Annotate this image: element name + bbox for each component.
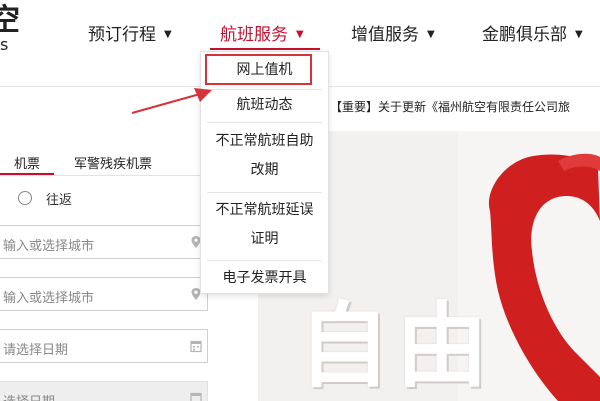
- annotation-arrow-icon: [131, 88, 212, 115]
- menu-item-online-checkin[interactable]: 网上值机: [201, 55, 328, 85]
- hero-text: 自由: [298, 293, 495, 400]
- menu-item-label: 不正常航班延误: [215, 202, 314, 218]
- menu-item-irregular-flight-reschedule[interactable]: 不正常航班自助 改期: [201, 127, 328, 185]
- round-trip-label: 往返: [46, 193, 73, 208]
- nav-item-label: 增值服务: [351, 25, 419, 45]
- depart-date-placeholder: 请选择日期: [3, 343, 69, 358]
- menu-item-label: 证明: [250, 231, 279, 247]
- tab-divider: [0, 175, 208, 176]
- menu-item-e-invoice[interactable]: 电子发票开具: [201, 263, 328, 293]
- caret-down-icon: ▼: [575, 29, 583, 40]
- menu-item-delay-certificate[interactable]: 不正常航班延误 证明: [201, 196, 328, 254]
- nav-item-flight-service[interactable]: 航班服务 ▼: [220, 20, 304, 46]
- menu-item-flight-status[interactable]: 航班动态: [201, 90, 328, 120]
- logo-text[interactable]: 空: [0, 6, 20, 36]
- calendar-icon: [190, 392, 202, 401]
- return-date-field[interactable]: 选择日期: [0, 381, 208, 401]
- nav-item-booking[interactable]: 预订行程 ▼: [88, 20, 172, 46]
- return-date-placeholder: 选择日期: [3, 391, 55, 401]
- logo-subtext: s: [0, 35, 9, 54]
- origin-placeholder: 输入或选择城市: [3, 239, 95, 254]
- active-nav-underline: [210, 48, 320, 50]
- caret-down-icon: ▼: [296, 29, 304, 40]
- depart-date-field[interactable]: 请选择日期: [0, 329, 208, 363]
- destination-field[interactable]: 输入或选择城市: [0, 277, 208, 311]
- calendar-icon: [190, 340, 202, 353]
- destination-placeholder: 输入或选择城市: [3, 291, 95, 306]
- menu-divider: [207, 260, 322, 261]
- caret-down-icon: ▼: [164, 29, 172, 40]
- round-trip-radio[interactable]: [18, 191, 32, 205]
- tab-military-ticket[interactable]: 军警残疾机票: [74, 153, 152, 172]
- menu-divider: [207, 122, 322, 123]
- nav-item-value-added[interactable]: 增值服务 ▼: [351, 20, 435, 46]
- origin-field[interactable]: 输入或选择城市: [0, 225, 208, 259]
- notice-link[interactable]: 【重要】关于更新《福州航空有限责任公司旅: [330, 98, 600, 115]
- nav-item-label: 金鹏俱乐部: [482, 25, 567, 45]
- menu-item-label: 改期: [250, 162, 279, 178]
- menu-item-label: 不正常航班自助: [215, 133, 314, 149]
- menu-divider: [207, 192, 322, 193]
- flight-service-dropdown: 网上值机 航班动态 不正常航班自助 改期 不正常航班延误 证明 电子发票开具: [200, 51, 329, 294]
- caret-down-icon: ▼: [427, 29, 435, 40]
- nav-item-label: 预订行程: [88, 25, 156, 45]
- tab-ticket[interactable]: 机票: [14, 153, 40, 172]
- nav-item-label: 航班服务: [220, 25, 288, 45]
- nav-item-golden-club[interactable]: 金鹏俱乐部 ▼: [482, 20, 583, 46]
